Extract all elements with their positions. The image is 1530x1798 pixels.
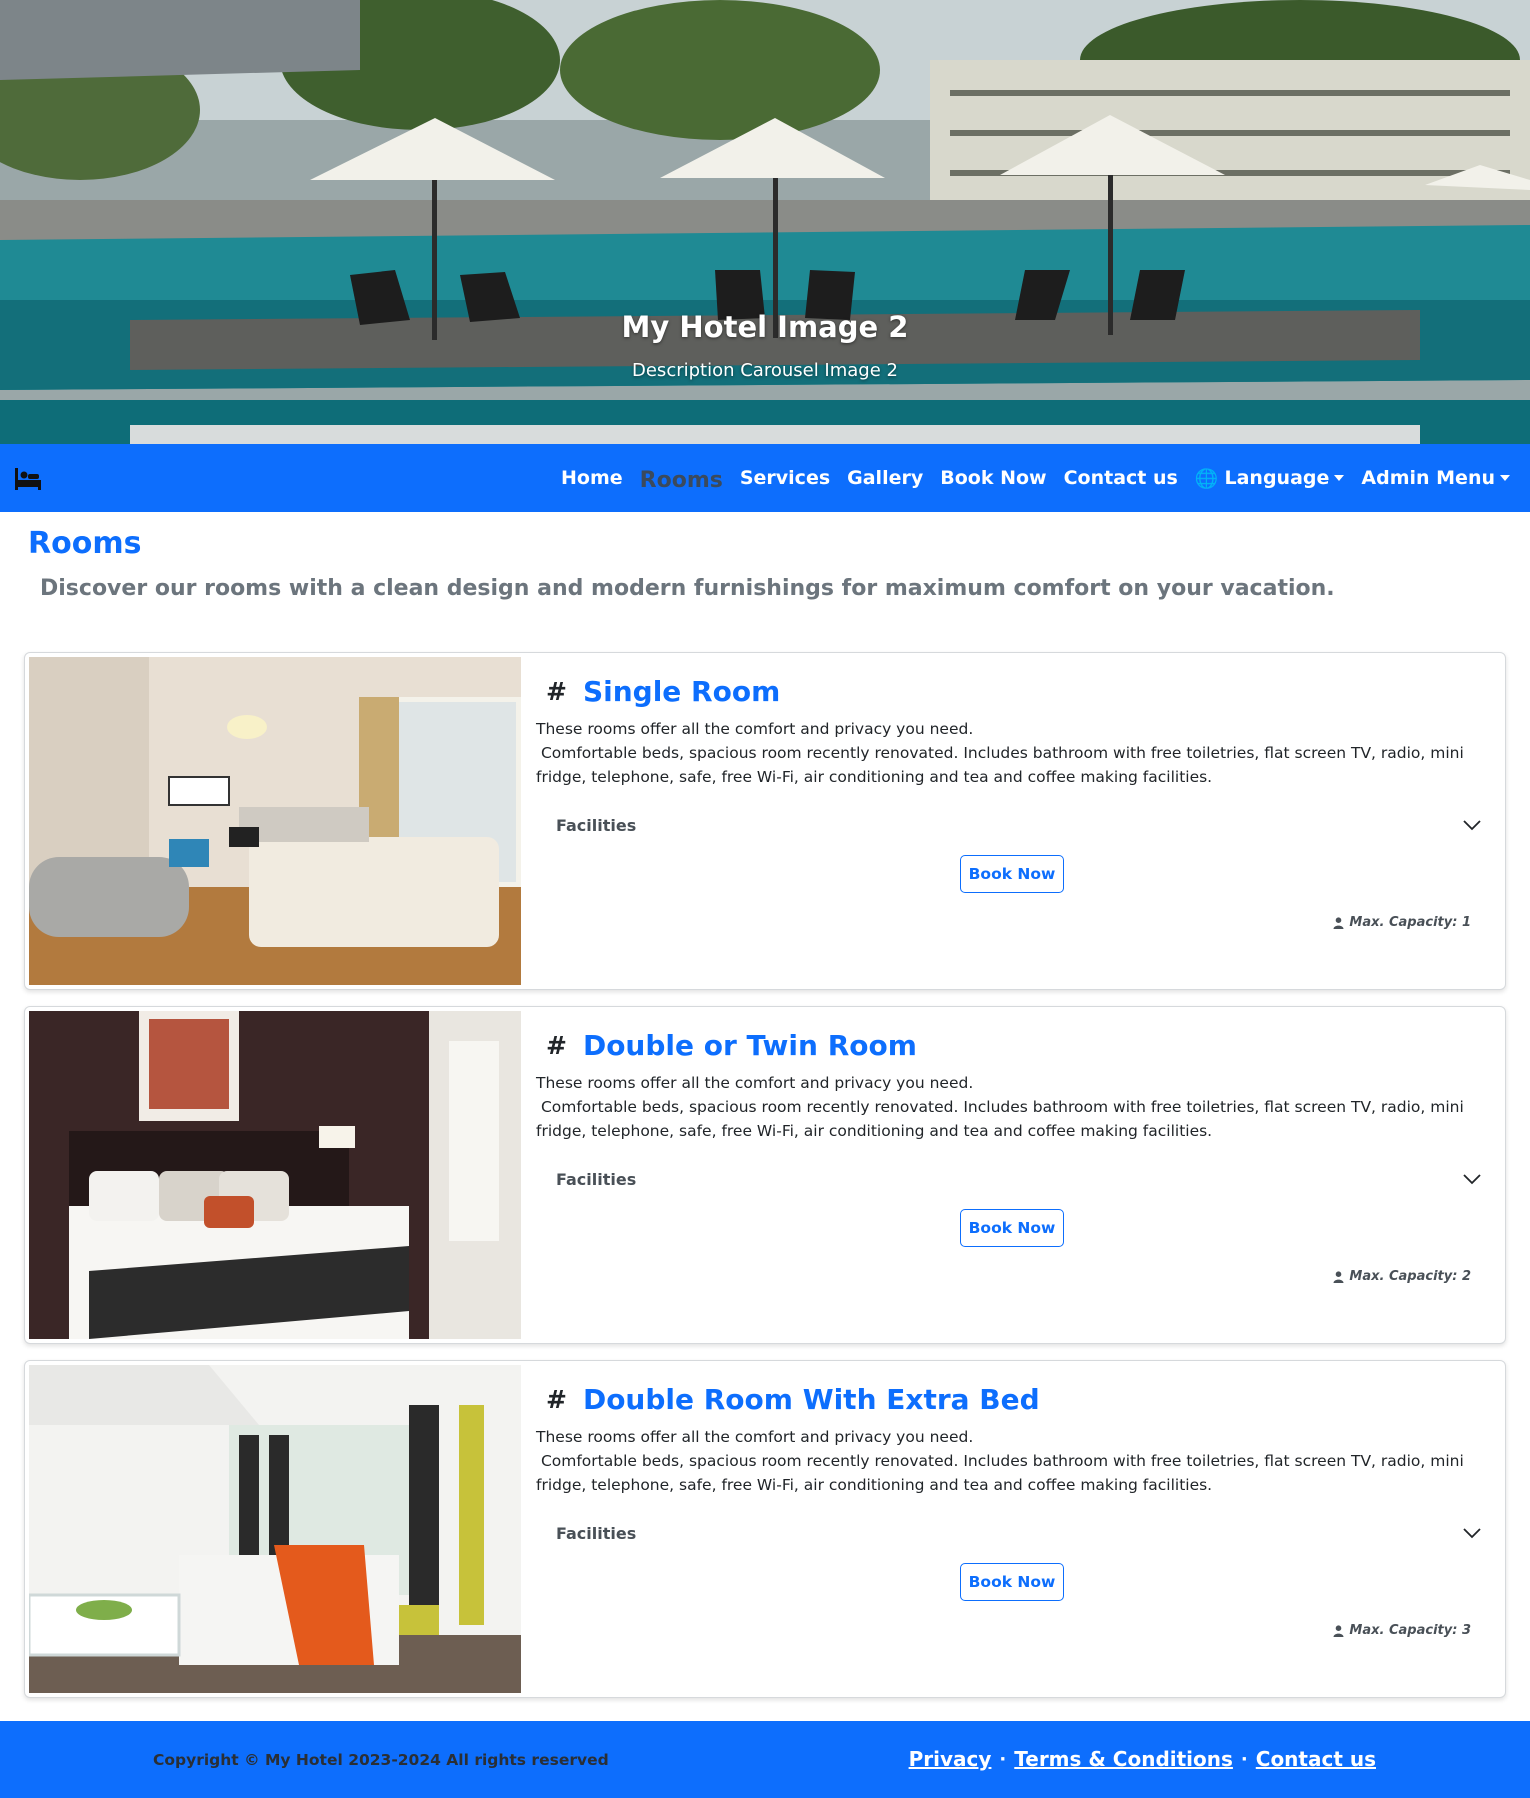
facilities-label: Facilities (556, 815, 637, 835)
person-icon (1333, 916, 1344, 929)
room-details: Comfortable beds, spacious room recently… (536, 744, 1469, 786)
page-subtitle: Discover our rooms with a clean design a… (40, 576, 1335, 601)
max-capacity: Max. Capacity: 2 (1333, 1269, 1471, 1284)
room-intro: These rooms offer all the comfort and pr… (536, 1074, 974, 1092)
room-card: # Single Room These rooms offer all the … (24, 652, 1506, 990)
footer-separator: · (999, 1748, 1007, 1770)
facilities-accordion-toggle[interactable]: Facilities (556, 1519, 1481, 1547)
footer-link-contact[interactable]: Contact us (1256, 1747, 1376, 1771)
nav-services[interactable]: Services (740, 467, 830, 489)
nav-language-label: Language (1224, 467, 1330, 489)
footer-link-privacy[interactable]: Privacy (909, 1747, 992, 1771)
room-details: Comfortable beds, spacious room recently… (536, 1098, 1469, 1140)
footer-links: Privacy · Terms & Conditions · Contact u… (909, 1747, 1376, 1771)
room-image-single (29, 657, 521, 985)
room-card: # Double Room With Extra Bed These rooms… (24, 1360, 1506, 1698)
chevron-down-icon (1463, 1527, 1481, 1538)
room-details: Comfortable beds, spacious room recently… (536, 1452, 1469, 1494)
facilities-label: Facilities (556, 1523, 637, 1543)
room-description: These rooms offer all the comfort and pr… (536, 1425, 1466, 1497)
room-description: These rooms offer all the comfort and pr… (536, 1071, 1466, 1143)
nav-admin-menu-dropdown[interactable]: Admin Menu (1361, 467, 1510, 489)
room-image-double-extra-bed (29, 1365, 521, 1693)
book-now-button[interactable]: Book Now (960, 855, 1064, 893)
footer-separator: · (1240, 1748, 1248, 1770)
book-now-button[interactable]: Book Now (960, 1563, 1064, 1601)
max-capacity-label: Max. Capacity: 3 (1349, 1623, 1471, 1638)
hero-carousel[interactable]: My Hotel Image 2 Description Carousel Im… (0, 0, 1530, 444)
nav-admin-menu-label: Admin Menu (1361, 467, 1495, 489)
hero-title: My Hotel Image 2 (621, 310, 909, 344)
max-capacity: Max. Capacity: 1 (1333, 915, 1471, 930)
room-heading: # Double or Twin Room (546, 1029, 917, 1062)
room-title: Double Room With Extra Bed (582, 1383, 1040, 1416)
nav-gallery[interactable]: Gallery (847, 467, 923, 489)
room-anchor-hash[interactable]: # (546, 1031, 567, 1060)
room-anchor-hash[interactable]: # (546, 1385, 567, 1414)
room-title: Single Room (582, 675, 781, 708)
hero-caption: My Hotel Image 2 Description Carousel Im… (0, 310, 1530, 381)
copyright-text: Copyright © My Hotel 2023-2024 All right… (153, 1751, 609, 1769)
globe-icon: 🌐 (1194, 467, 1219, 490)
room-card-body: # Double or Twin Room These rooms offer … (536, 1007, 1505, 1343)
chevron-down-icon (1463, 1173, 1481, 1184)
room-card: # Double or Twin Room These rooms offer … (24, 1006, 1506, 1344)
room-anchor-hash[interactable]: # (546, 677, 567, 706)
max-capacity: Max. Capacity: 3 (1333, 1623, 1471, 1638)
page-title: Rooms (28, 526, 142, 561)
nav-home[interactable]: Home (561, 467, 623, 489)
nav-language-dropdown[interactable]: 🌐 Language (1195, 467, 1345, 490)
main-navbar: Home Rooms Services Gallery Book Now Con… (0, 444, 1530, 512)
room-image-double-twin (29, 1011, 521, 1339)
page-footer: Copyright © My Hotel 2023-2024 All right… (0, 1721, 1530, 1798)
max-capacity-label: Max. Capacity: 2 (1349, 1269, 1471, 1284)
room-description: These rooms offer all the comfort and pr… (536, 717, 1466, 789)
room-intro: These rooms offer all the comfort and pr… (536, 720, 974, 738)
person-icon (1333, 1270, 1344, 1283)
book-now-button[interactable]: Book Now (960, 1209, 1064, 1247)
dropdown-caret-icon (1500, 475, 1510, 481)
facilities-accordion-toggle[interactable]: Facilities (556, 811, 1481, 839)
person-icon (1333, 1624, 1344, 1637)
hotel-bed-icon[interactable] (14, 466, 42, 492)
room-intro: These rooms offer all the comfort and pr… (536, 1428, 974, 1446)
room-heading: # Single Room (546, 675, 780, 708)
dropdown-caret-icon (1334, 475, 1345, 481)
facilities-accordion-toggle[interactable]: Facilities (556, 1165, 1481, 1193)
room-card-body: # Single Room These rooms offer all the … (536, 653, 1505, 989)
nav-rooms[interactable]: Rooms (640, 468, 723, 493)
nav-book-now[interactable]: Book Now (940, 467, 1046, 489)
room-title: Double or Twin Room (582, 1029, 917, 1062)
facilities-label: Facilities (556, 1169, 637, 1189)
max-capacity-label: Max. Capacity: 1 (1349, 915, 1471, 930)
nav-items: Home Rooms Services Gallery Book Now Con… (544, 444, 1510, 512)
nav-contact-us[interactable]: Contact us (1064, 467, 1178, 489)
footer-link-terms[interactable]: Terms & Conditions (1014, 1747, 1233, 1771)
hero-description: Description Carousel Image 2 (632, 360, 898, 381)
chevron-down-icon (1463, 819, 1481, 830)
room-heading: # Double Room With Extra Bed (546, 1383, 1040, 1416)
room-card-body: # Double Room With Extra Bed These rooms… (536, 1361, 1505, 1697)
